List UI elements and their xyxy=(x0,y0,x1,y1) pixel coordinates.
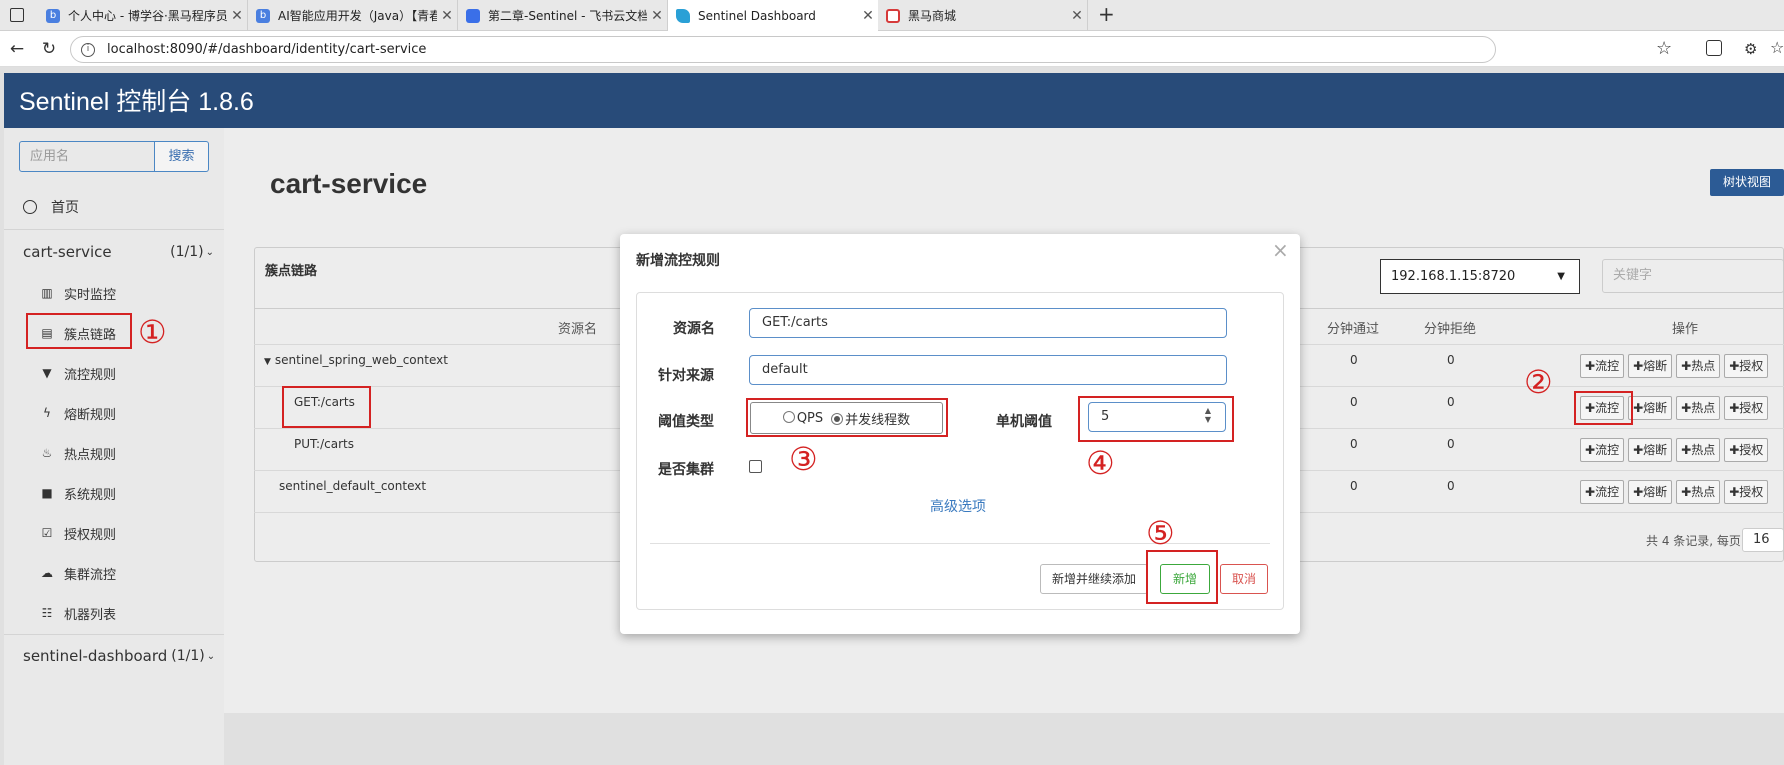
grade-radio-group: QPS 并发线程数 xyxy=(750,402,943,434)
new-tab-button[interactable]: + xyxy=(1098,2,1115,26)
browser-tab-5[interactable]: 黑马商城 ✕ xyxy=(878,0,1088,31)
grade-label: 阈值类型 xyxy=(658,414,714,430)
reload-icon[interactable]: ↻ xyxy=(38,38,60,60)
sidebar-item-cluster-chain[interactable]: ▤ 簇点链路 xyxy=(4,313,224,353)
cloud-icon: ☁ xyxy=(41,566,53,580)
radio-thread-circle[interactable] xyxy=(831,412,844,425)
sidebar-item-flow-rules[interactable]: ▼ 流控规则 xyxy=(4,353,224,393)
shop-icon xyxy=(886,8,900,23)
app-header xyxy=(4,73,1784,128)
browser-tab-3[interactable]: 第二章-Sentinel - 飞书云文档 ✕ xyxy=(458,0,668,31)
search-button[interactable]: 搜索 xyxy=(155,141,209,172)
tab-title: 个人中心 - 博学谷·黑马程序员线上 xyxy=(68,9,227,23)
annotation-number-5: ⑤ xyxy=(1146,514,1175,552)
dialog-title: 新增流控规则 xyxy=(636,253,720,269)
favorites-icon[interactable]: ☆ xyxy=(1770,38,1784,57)
profile-icon[interactable]: ⚙ xyxy=(1744,40,1757,58)
annotation-number-3: ③ xyxy=(789,440,818,478)
tab-actions-icon[interactable] xyxy=(10,8,24,22)
favorite-star-icon[interactable]: ☆ xyxy=(1656,38,1672,59)
app-name-input[interactable]: 应用名 xyxy=(19,141,155,172)
sidebar-item-auth-rules[interactable]: ☑ 授权规则 xyxy=(4,513,224,553)
stepper-icon[interactable]: ▲ ▼ xyxy=(1205,406,1211,424)
chevron-down-icon: ⌄ xyxy=(205,246,214,258)
radio-qps-circle[interactable] xyxy=(782,410,795,423)
add-button[interactable]: 新增 xyxy=(1160,564,1210,594)
count-label: 单机阈值 xyxy=(996,414,1052,430)
annotation-number-4: ④ xyxy=(1086,444,1115,482)
url-input[interactable]: i localhost:8090/#/dashboard/identity/ca… xyxy=(70,36,1496,63)
info-icon: i xyxy=(81,42,95,57)
sidebar-item-home[interactable]: 首页 xyxy=(4,187,224,227)
app-brand[interactable]: Sentinel 控制台 1.8.6 xyxy=(19,82,254,118)
sidebar-item-cluster-flow[interactable]: ☁ 集群流控 xyxy=(4,553,224,593)
origin-input[interactable]: default xyxy=(749,355,1227,385)
close-tab-icon[interactable]: ✕ xyxy=(227,8,247,24)
tab-title: Sentinel Dashboard xyxy=(698,8,816,23)
fire-icon: ♨ xyxy=(41,446,53,460)
cluster-label: 是否集群 xyxy=(658,462,714,478)
th-list-icon: ☷ xyxy=(41,606,53,620)
list-icon: ▤ xyxy=(41,326,53,340)
check-icon: ☑ xyxy=(41,526,53,540)
resource-input[interactable]: GET:/carts xyxy=(749,308,1227,338)
chevron-down-icon: ⌄ xyxy=(206,650,216,662)
rule-form xyxy=(636,292,1284,610)
browser-tab-1[interactable]: b 个人中心 - 博学谷·黑马程序员线上 ✕ xyxy=(38,0,248,31)
back-icon[interactable]: ← xyxy=(6,38,28,60)
home-label: 首页 xyxy=(51,200,79,216)
save-continue-button[interactable]: 新增并继续添加 xyxy=(1040,564,1148,594)
cluster-checkbox[interactable] xyxy=(749,460,762,473)
tab-title: AI智能应用开发（Java）【青春版 xyxy=(278,9,437,23)
radio-thread[interactable]: 并发线程数 xyxy=(831,409,910,428)
lock-icon: ■ xyxy=(41,486,53,500)
filter-icon: ▼ xyxy=(42,366,52,380)
tab-title: 黑马商城 xyxy=(908,9,957,23)
sidebar-item-hot-rules[interactable]: ♨ 热点规则 xyxy=(4,433,224,473)
browser-tab-4[interactable]: Sentinel Dashboard ✕ xyxy=(668,0,878,31)
sentinel-icon xyxy=(676,8,690,23)
app-search: 应用名 搜索 xyxy=(19,141,209,172)
origin-label: 针对来源 xyxy=(658,368,714,384)
tab-title: 第二章-Sentinel - 飞书云文档 xyxy=(488,9,647,23)
sidebar-app-sentinel-dashboard[interactable]: sentinel-dashboard (1/1) ⌄ xyxy=(4,636,224,676)
sidebar-item-machines[interactable]: ☷ 机器列表 xyxy=(4,593,224,633)
sidebar-item-degrade-rules[interactable]: ϟ 熔断规则 xyxy=(4,393,224,433)
close-tab-icon[interactable]: ✕ xyxy=(858,8,878,24)
cancel-button[interactable]: 取消 xyxy=(1220,564,1268,594)
close-tab-icon[interactable]: ✕ xyxy=(647,8,667,24)
sidebar-item-realtime[interactable]: ▥ 实时监控 xyxy=(4,273,224,313)
sidebar-divider xyxy=(4,634,224,635)
annotation-number-1: ① xyxy=(138,313,167,351)
advanced-options-link[interactable]: 高级选项 xyxy=(930,496,986,516)
browser-tab-2[interactable]: b AI智能应用开发（Java）【青春版 ✕ xyxy=(248,0,458,31)
doc-icon xyxy=(466,8,480,23)
close-tab-icon[interactable]: ✕ xyxy=(437,8,457,24)
sidebar-item-system-rules[interactable]: ■ 系统规则 xyxy=(4,473,224,513)
bar-chart-icon: ▥ xyxy=(41,286,53,300)
resource-label: 资源名 xyxy=(673,321,715,337)
extensions-icon[interactable] xyxy=(1706,40,1722,56)
b-icon: b xyxy=(46,8,60,23)
sidebar-divider xyxy=(4,229,224,230)
dashboard-icon xyxy=(23,200,37,214)
radio-qps[interactable]: QPS xyxy=(782,410,823,426)
flash-icon: ϟ xyxy=(43,406,51,420)
threshold-input[interactable]: 5 ▲ ▼ xyxy=(1088,402,1226,432)
dialog-divider xyxy=(650,543,1270,544)
sidebar-app-cart-service[interactable]: cart-service (1/1) ⌄ xyxy=(4,232,224,272)
b-icon: b xyxy=(256,8,270,23)
close-icon[interactable]: × xyxy=(1272,238,1289,262)
url-text: localhost:8090/#/dashboard/identity/cart… xyxy=(107,42,427,57)
close-tab-icon[interactable]: ✕ xyxy=(1067,8,1087,24)
